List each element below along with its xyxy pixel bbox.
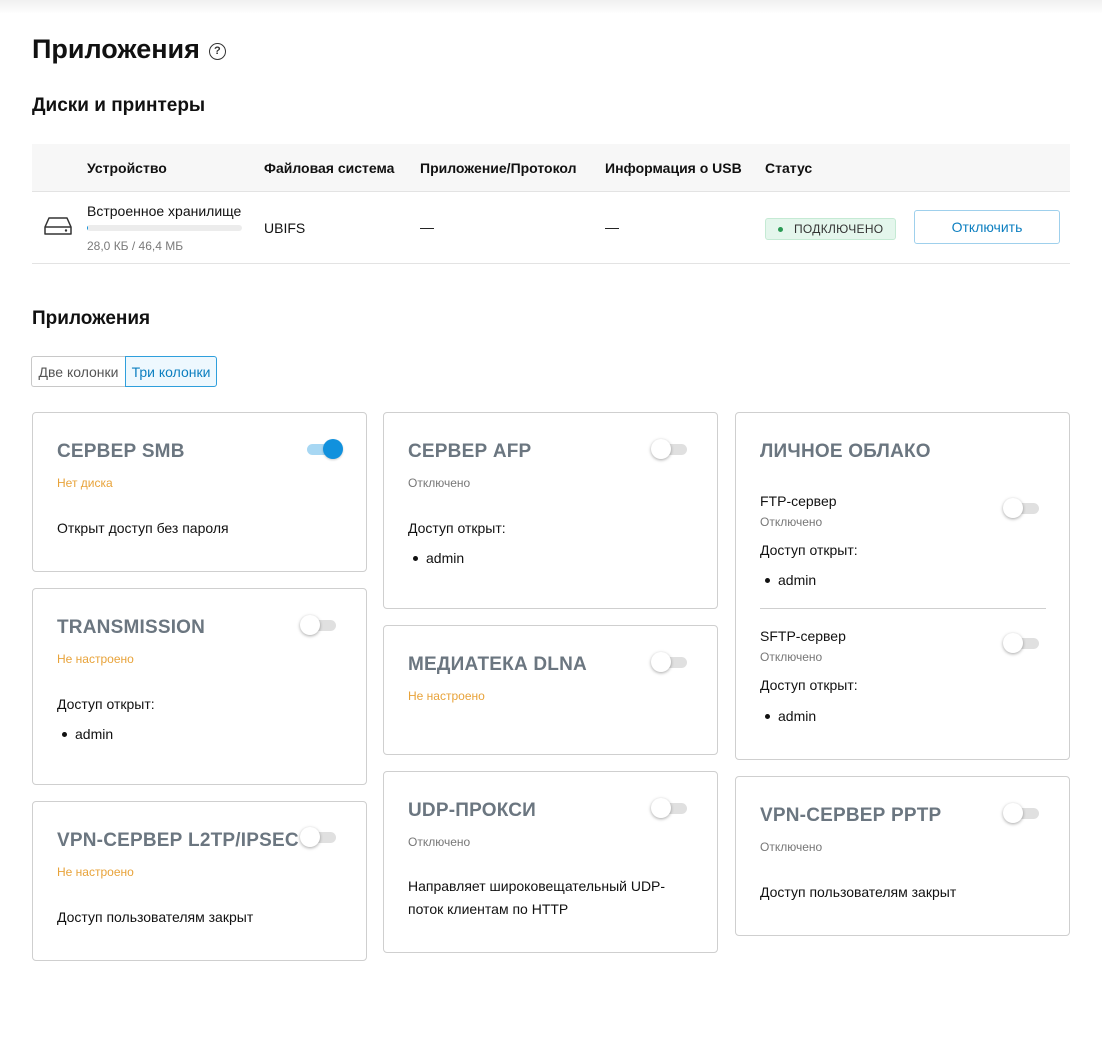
column-header-filesystem: Файловая система bbox=[264, 160, 395, 176]
usb-info-value: — bbox=[605, 219, 619, 235]
ftp-toggle[interactable] bbox=[1003, 498, 1041, 518]
status-badge: ПОДКЛЮЧЕНО bbox=[765, 218, 897, 240]
access-user-item: admin bbox=[57, 726, 113, 742]
top-bar-shadow bbox=[0, 0, 1102, 14]
status-dot-icon bbox=[778, 226, 783, 232]
card-personal-cloud: ЛИЧНОЕ ОБЛАКО FTP-сервер Отключено Досту… bbox=[735, 412, 1070, 760]
card-title: ЛИЧНОЕ ОБЛАКО bbox=[760, 441, 931, 462]
card-description: Доступ пользователям закрыт bbox=[760, 884, 957, 900]
storage-usage-text: 28,0 КБ / 46,4 МБ bbox=[87, 239, 184, 253]
card-status: Не настроено bbox=[57, 652, 134, 666]
view-switch: Две колонки Три колонки bbox=[31, 356, 217, 387]
sftp-access-label: Доступ открыт: bbox=[760, 677, 858, 693]
column-header-protocol: Приложение/Протокол bbox=[420, 160, 577, 176]
dlna-toggle[interactable] bbox=[651, 652, 689, 672]
sftp-toggle[interactable] bbox=[1003, 633, 1041, 653]
column-header-usb: Информация о USB bbox=[605, 160, 742, 176]
section-divider bbox=[760, 608, 1046, 609]
ftp-status: Отключено bbox=[760, 515, 823, 529]
disks-section-title: Диски и принтеры bbox=[32, 95, 206, 116]
storage-usage-bar bbox=[87, 225, 242, 231]
two-columns-button[interactable]: Две колонки bbox=[31, 356, 125, 387]
card-smb-server: СЕРВЕР SMB Нет диска Открыт доступ без п… bbox=[32, 412, 367, 572]
l2tp-toggle[interactable] bbox=[300, 827, 338, 847]
smb-toggle[interactable] bbox=[305, 439, 343, 459]
card-status: Отключено bbox=[760, 840, 823, 854]
card-vpn-l2tp: VPN-СЕРВЕР L2TP/IPSEC Не настроено Досту… bbox=[32, 801, 367, 961]
card-title: VPN-СЕРВЕР L2TP/IPSEC bbox=[57, 830, 299, 851]
apps-section-title: Приложения bbox=[32, 308, 151, 329]
page-title-text: Приложения bbox=[32, 34, 200, 64]
table-header: Устройство Файловая система Приложение/П… bbox=[32, 144, 1070, 192]
column-header-status: Статус bbox=[765, 160, 813, 176]
card-vpn-pptp: VPN-СЕРВЕР PPTP Отключено Доступ пользов… bbox=[735, 776, 1070, 936]
card-title: СЕРВЕР SMB bbox=[57, 441, 185, 462]
hard-drive-icon bbox=[44, 217, 72, 235]
disconnect-button[interactable]: Отключить bbox=[914, 210, 1060, 244]
disks-table: Устройство Файловая система Приложение/П… bbox=[32, 144, 1070, 264]
card-description-line1: Направляет широковещательный UDP- bbox=[408, 878, 666, 894]
sftp-access-user-item: admin bbox=[760, 708, 816, 724]
card-afp-server: СЕРВЕР AFP Отключено Доступ открыт: admi… bbox=[383, 412, 718, 609]
card-status: Отключено bbox=[408, 476, 471, 490]
card-status: Отключено bbox=[408, 835, 471, 849]
page-title: Приложения ? bbox=[32, 34, 226, 65]
ftp-server-label: FTP-сервер bbox=[760, 493, 837, 509]
sftp-status: Отключено bbox=[760, 650, 823, 664]
sftp-server-label: SFTP-сервер bbox=[760, 628, 846, 644]
card-title: СЕРВЕР AFP bbox=[408, 441, 532, 462]
card-status: Не настроено bbox=[408, 689, 485, 703]
access-label: Доступ открыт: bbox=[408, 520, 506, 536]
table-row: Встроенное хранилище 28,0 КБ / 46,4 МБ U… bbox=[32, 192, 1070, 264]
udpxy-toggle[interactable] bbox=[651, 798, 689, 818]
card-title: VPN-СЕРВЕР PPTP bbox=[760, 805, 942, 826]
filesystem-value: UBIFS bbox=[264, 220, 306, 236]
pptp-toggle[interactable] bbox=[1003, 803, 1041, 823]
protocol-value: — bbox=[420, 219, 434, 235]
card-status: Не настроено bbox=[57, 865, 134, 879]
afp-toggle[interactable] bbox=[651, 439, 689, 459]
access-label: Доступ открыт: bbox=[57, 696, 155, 712]
device-name: Встроенное хранилище bbox=[87, 203, 242, 219]
access-user-item: admin bbox=[408, 550, 464, 566]
transmission-toggle[interactable] bbox=[300, 615, 338, 635]
card-dlna: МЕДИАТЕКА DLNA Не настроено bbox=[383, 625, 718, 755]
three-columns-button[interactable]: Три колонки bbox=[125, 356, 217, 387]
card-description: Доступ пользователям закрыт bbox=[57, 909, 254, 925]
card-transmission: TRANSMISSION Не настроено Доступ открыт:… bbox=[32, 588, 367, 785]
card-description-line2: поток клиентам по HTTP bbox=[408, 901, 569, 917]
ftp-access-label: Доступ открыт: bbox=[760, 542, 858, 558]
ftp-access-user-item: admin bbox=[760, 572, 816, 588]
card-title: UDP-ПРОКСИ bbox=[408, 800, 537, 821]
status-badge-text: ПОДКЛЮЧЕНО bbox=[794, 222, 884, 236]
card-description: Открыт доступ без пароля bbox=[57, 520, 229, 536]
card-title: TRANSMISSION bbox=[57, 617, 206, 638]
column-header-device: Устройство bbox=[87, 160, 167, 176]
help-icon[interactable]: ? bbox=[208, 42, 226, 60]
card-udp-proxy: UDP-ПРОКСИ Отключено Направляет широкове… bbox=[383, 771, 718, 953]
card-title: МЕДИАТЕКА DLNA bbox=[408, 654, 587, 675]
card-status: Нет диска bbox=[57, 476, 113, 490]
